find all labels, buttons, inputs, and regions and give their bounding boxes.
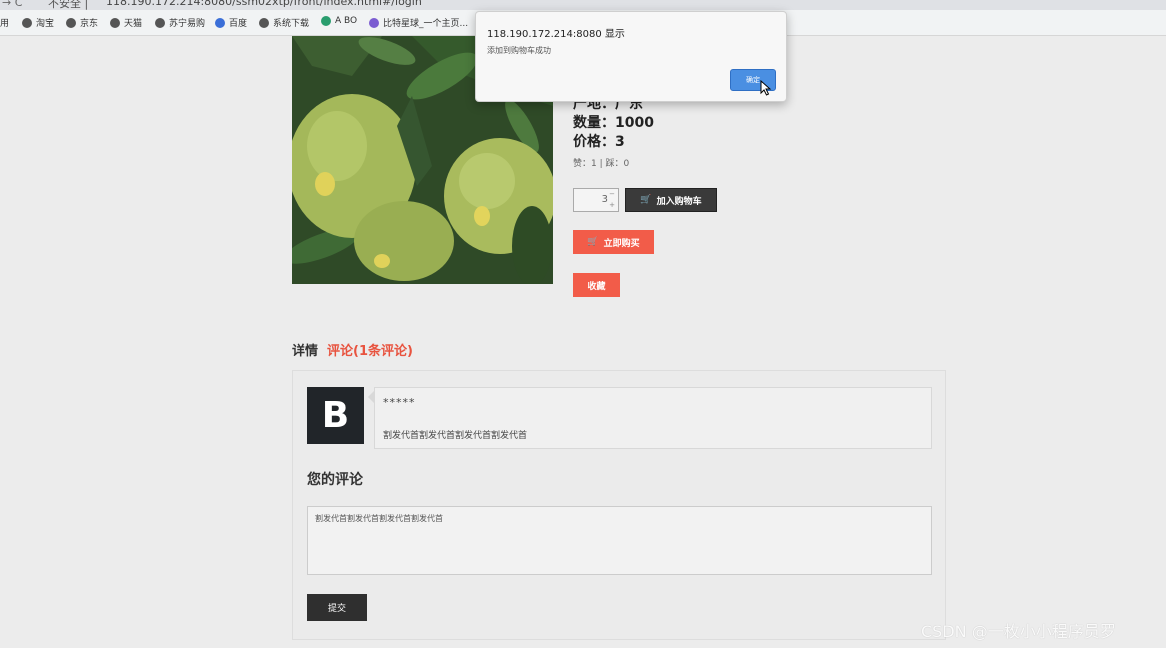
avatar: B <box>307 387 364 444</box>
comment-user: ***** <box>383 396 416 409</box>
bookmark-item[interactable]: 京东 <box>66 16 98 29</box>
paw-icon <box>215 17 225 28</box>
security-indicator[interactable]: 不安全 | <box>48 0 88 10</box>
your-comment-title: 您的评论 <box>307 472 363 488</box>
bookmark-item[interactable]: 天猫 <box>110 16 142 29</box>
bookmark-item[interactable]: 系统下载 <box>259 16 309 29</box>
mouse-cursor-icon <box>760 80 772 96</box>
globe-icon <box>259 17 269 28</box>
dialog-message: 添加到购物车成功 <box>487 46 551 55</box>
increment-arrow-icon[interactable]: − <box>608 189 616 199</box>
globe-icon <box>110 17 120 28</box>
address-bar[interactable]: → C 不安全 | 118.190.172.214:8080/ssm02xtp/… <box>0 0 1166 10</box>
comment-item: ***** 割发代首割发代首割发代首割发代首 <box>368 387 932 449</box>
price-line: 价格：3 <box>573 134 625 150</box>
buy-now-button[interactable]: 🛒 立即购买 <box>573 230 654 254</box>
cart-icon: 🛒 <box>587 237 599 247</box>
bookmark-item[interactable]: 百度 <box>215 16 247 29</box>
favorite-button[interactable]: 收藏 <box>573 273 620 297</box>
planet-icon <box>369 17 379 28</box>
quantity-stepper[interactable]: − + <box>573 188 619 212</box>
decrement-arrow-icon[interactable]: + <box>608 200 616 210</box>
bookmark-item[interactable]: 比特星球_一个主页... <box>369 16 468 29</box>
globe-icon <box>66 17 76 28</box>
comment-text: 割发代首割发代首割发代首割发代首 <box>383 431 528 441</box>
bookmark-item[interactable]: 苏宁易购 <box>155 16 205 29</box>
alert-dialog: 118.190.172.214:8080 显示 添加到购物车成功 确定 <box>475 11 787 102</box>
quantity-input[interactable] <box>574 189 608 211</box>
bookmark-item[interactable]: 淘宝 <box>22 16 54 29</box>
nav-buttons[interactable]: → C <box>2 0 22 9</box>
leaf-icon <box>321 16 331 26</box>
globe-icon <box>155 17 165 28</box>
votes-line[interactable]: 赞：1 | 踩：0 <box>573 156 629 169</box>
bookmark-item[interactable]: 用 <box>0 16 9 29</box>
quantity-line: 数量：1000 <box>573 115 654 131</box>
comment-textarea[interactable]: 割发代首割发代首割发代首割发代首 <box>307 506 932 575</box>
cart-icon: 🛒 <box>640 195 652 205</box>
tab-detail[interactable]: 详情 <box>292 340 318 359</box>
tab-comments[interactable]: 评论(1条评论) <box>327 340 413 359</box>
product-page: 产地：广东 数量：1000 价格：3 赞：1 | 踩：0 − + 🛒 加入购物车… <box>0 36 1166 648</box>
watermark: CSDN @一枚小小程序员罗 <box>921 622 1116 641</box>
add-to-cart-button[interactable]: 🛒 加入购物车 <box>625 188 717 212</box>
url-text[interactable]: 118.190.172.214:8080/ssm02xtp/front/inde… <box>106 0 422 8</box>
submit-button[interactable]: 提交 <box>307 594 367 621</box>
dialog-title: 118.190.172.214:8080 显示 <box>487 29 625 40</box>
bookmark-item[interactable]: A BO <box>321 16 357 26</box>
globe-icon <box>22 17 32 28</box>
